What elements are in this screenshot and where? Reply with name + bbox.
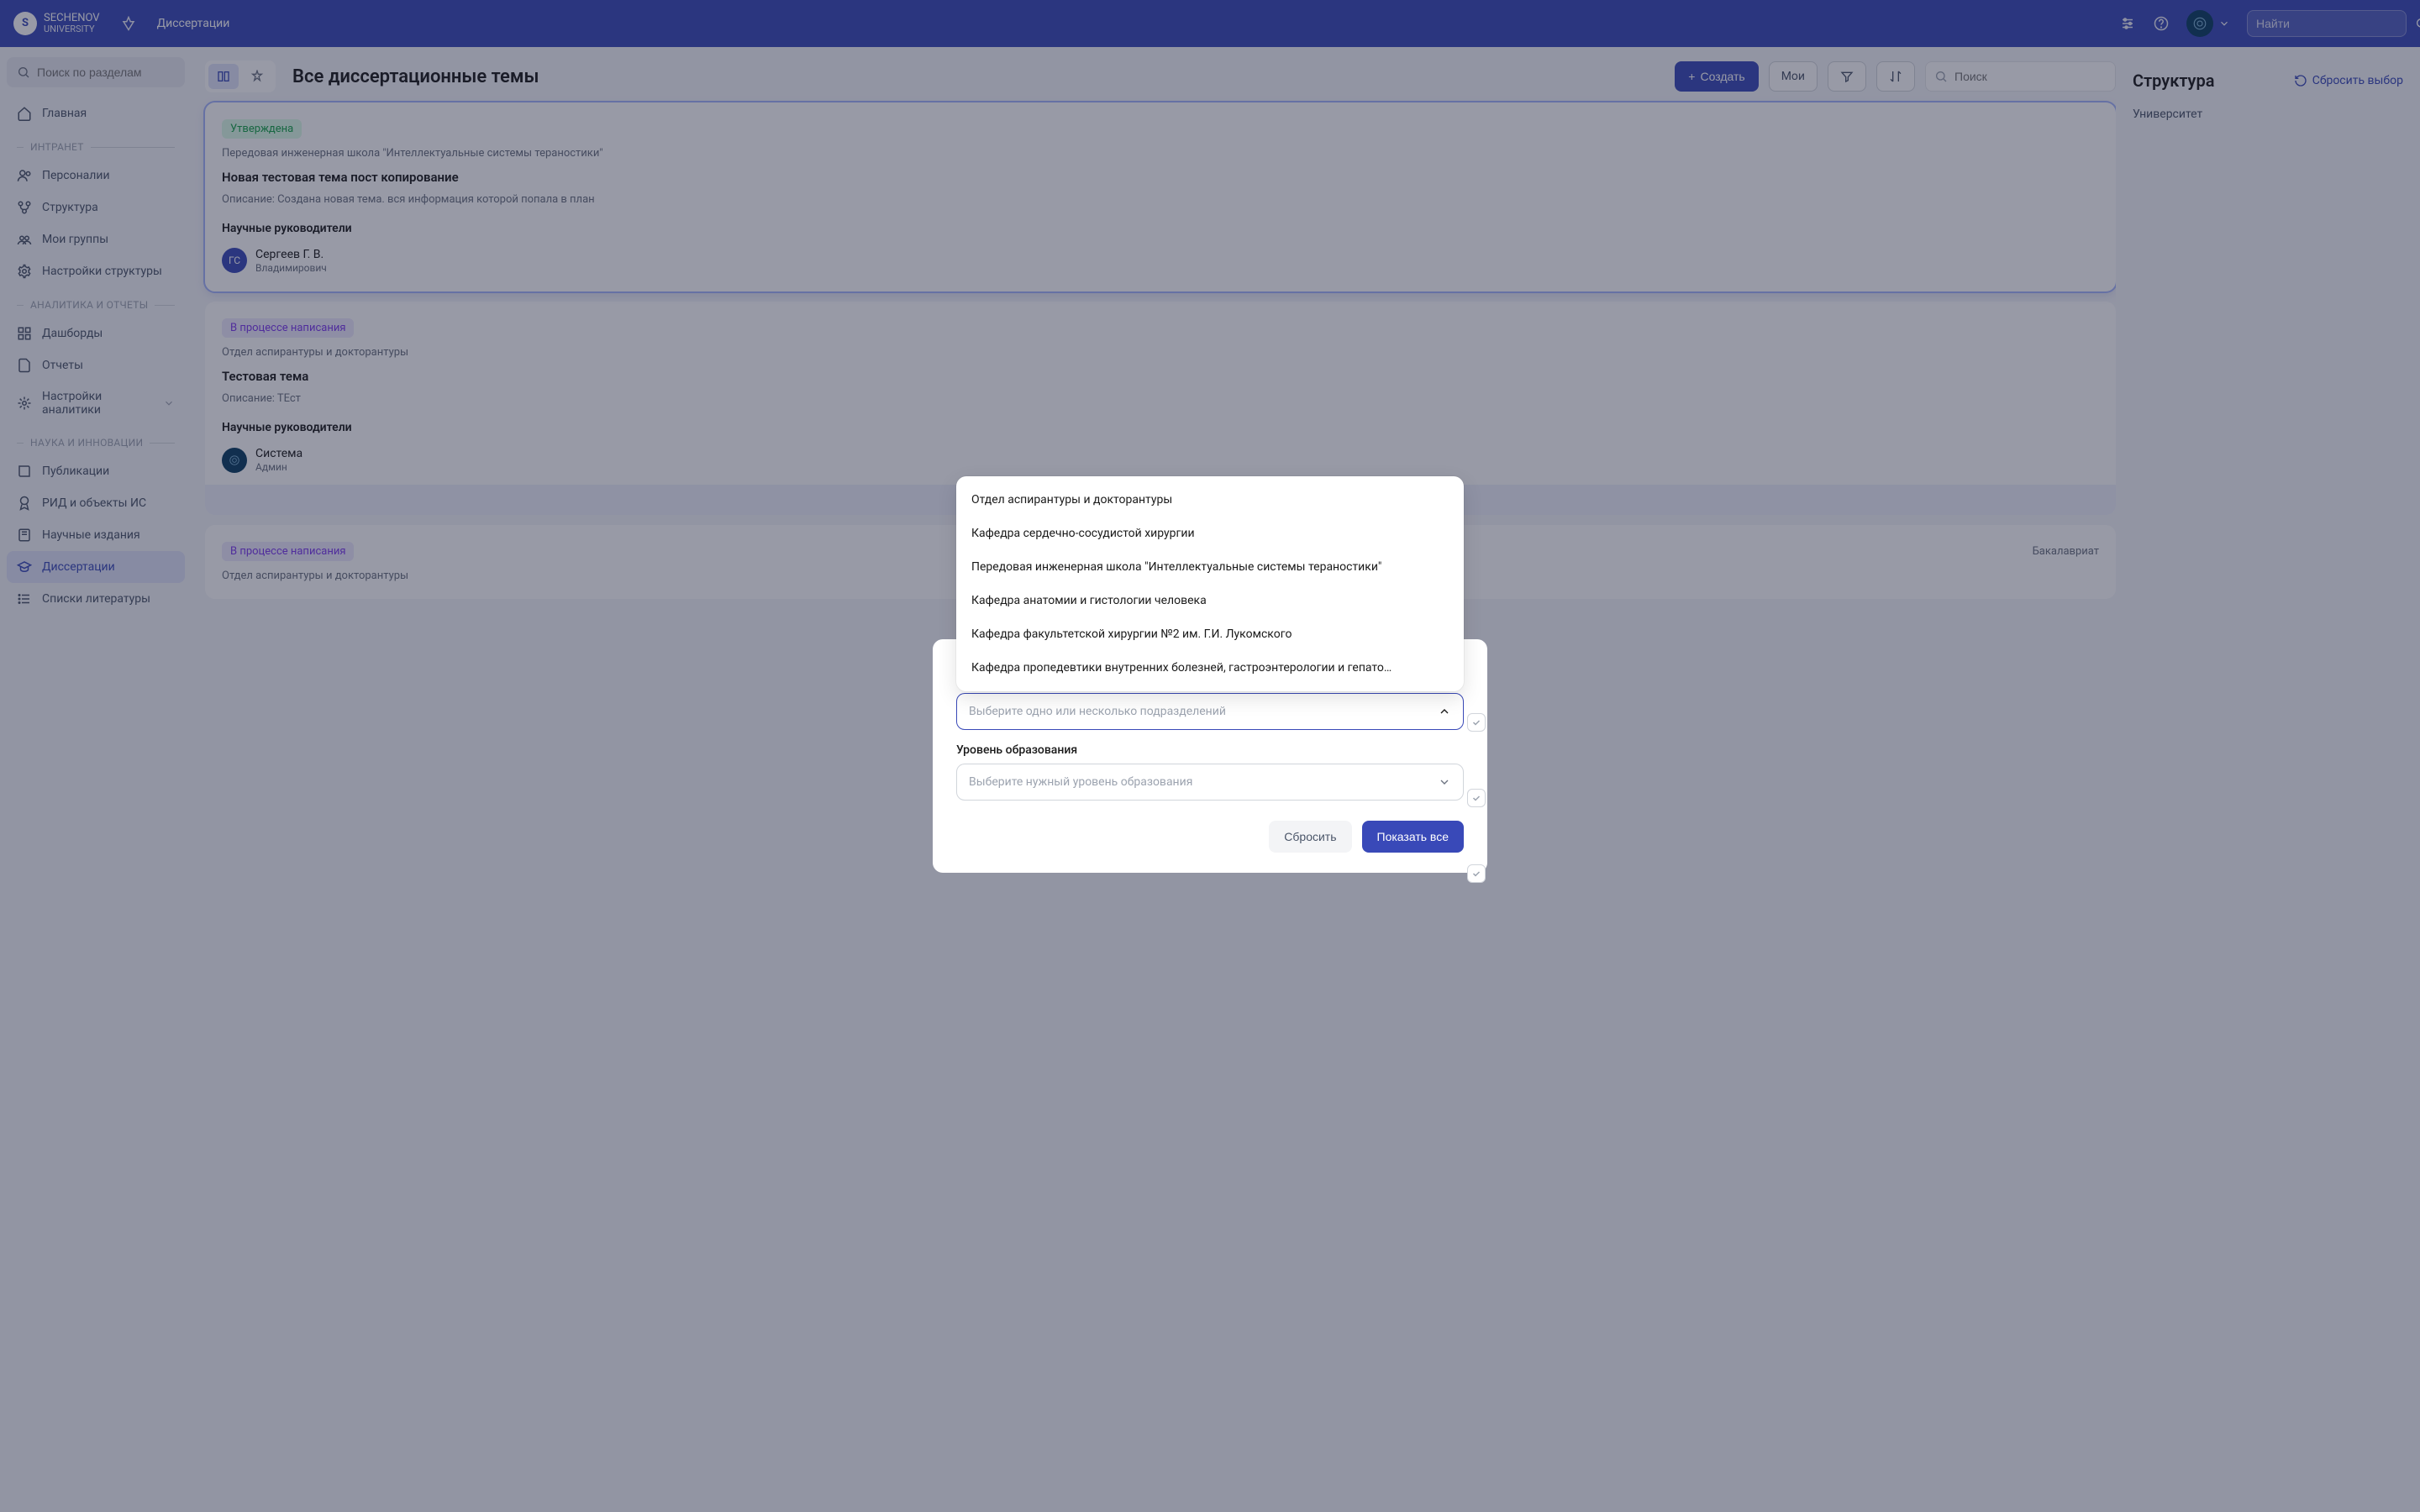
checkbox[interactable] bbox=[1467, 789, 1486, 807]
chevron-down-icon bbox=[1438, 775, 1451, 789]
checkbox[interactable] bbox=[1467, 864, 1486, 883]
reset-filters-button[interactable]: Сбросить bbox=[1269, 821, 1351, 853]
modal-overlay[interactable]: Фильтры Отдел аспирантуры и докторантуры… bbox=[0, 0, 2420, 1512]
education-level-label: Уровень образования bbox=[956, 743, 1464, 757]
combobox-placeholder: Выберите нужный уровень образования bbox=[969, 775, 1192, 789]
dropdown-option[interactable]: Кафедра факультетской хирургии №2 им. Г.… bbox=[956, 617, 1464, 651]
apply-filters-button[interactable]: Показать все bbox=[1362, 821, 1464, 853]
filters-modal: Фильтры Отдел аспирантуры и докторантуры… bbox=[933, 639, 1487, 873]
subunits-dropdown: Отдел аспирантуры и докторантуры Кафедра… bbox=[956, 476, 1464, 691]
education-level-combobox[interactable]: Выберите нужный уровень образования bbox=[956, 764, 1464, 801]
subunits-combobox[interactable]: Выберите одно или несколько подразделени… bbox=[956, 693, 1464, 730]
dropdown-option[interactable]: Передовая инженерная школа "Интеллектуал… bbox=[956, 550, 1464, 584]
dropdown-option[interactable]: Кафедра сердечно-сосудистой хирургии bbox=[956, 517, 1464, 550]
filter-checkmarks bbox=[1467, 713, 1486, 883]
dropdown-option[interactable]: Кафедра анатомии и гистологии человека bbox=[956, 584, 1464, 617]
dropdown-option[interactable]: Кафедра пропедевтики внутренних болезней… bbox=[956, 651, 1464, 685]
checkbox[interactable] bbox=[1467, 713, 1486, 732]
chevron-up-icon bbox=[1438, 705, 1451, 718]
combobox-placeholder: Выберите одно или несколько подразделени… bbox=[969, 705, 1226, 718]
dropdown-option[interactable]: Отдел аспирантуры и докторантуры bbox=[956, 483, 1464, 517]
